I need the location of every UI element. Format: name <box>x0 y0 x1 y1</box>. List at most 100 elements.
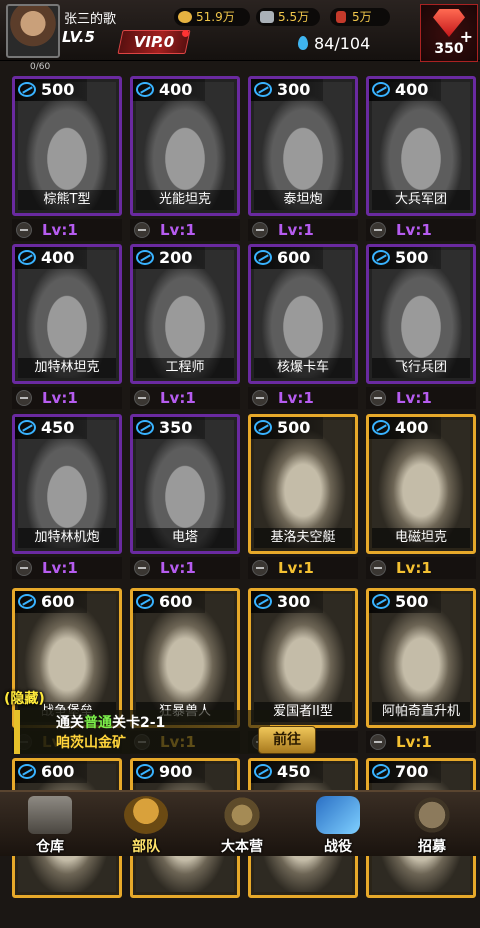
energy-cost-icon <box>372 764 390 779</box>
nav-warehouse[interactable]: 仓库 <box>2 792 98 856</box>
gem-purchase-button[interactable]: + 350 <box>420 4 478 62</box>
nav-campaign[interactable]: 战役 <box>290 792 386 856</box>
unit-card[interactable]: 600 核爆卡车 Lv:1 <box>248 244 358 414</box>
energy-cost-icon <box>254 82 272 97</box>
mission-panel[interactable]: 通关普通关卡2-1 咱茨山金矿 <box>14 710 270 754</box>
minus-icon[interactable] <box>16 390 32 406</box>
unit-name: 核爆卡车 <box>254 358 352 378</box>
unit-name: 电塔 <box>136 528 234 548</box>
unit-frame: 500 飞行兵团 <box>366 244 476 384</box>
energy-amount: 84/104 <box>314 34 371 53</box>
minus-icon[interactable] <box>134 560 150 576</box>
unit-name: 光能坦克 <box>136 190 234 210</box>
unit-cost-value: 200 <box>159 248 193 267</box>
unit-cost: 400 <box>369 79 441 101</box>
unit-cost: 200 <box>133 247 205 269</box>
unit-cost: 450 <box>15 417 87 439</box>
unit-cost: 500 <box>369 247 441 269</box>
unit-cost: 500 <box>369 591 441 613</box>
energy-cost-icon <box>372 420 390 435</box>
unit-frame: 200 工程师 <box>130 244 240 384</box>
unit-card[interactable]: 500 飞行兵团 Lv:1 <box>366 244 476 414</box>
unit-level-row: Lv:1 <box>248 387 358 409</box>
gold-resource[interactable]: 51.9万 <box>174 8 250 26</box>
unit-card[interactable]: 350 电塔 Lv:1 <box>130 414 240 584</box>
mission-stage: 关卡2-1 <box>112 715 166 731</box>
minus-icon[interactable] <box>16 222 32 238</box>
energy-cost-icon <box>254 594 272 609</box>
minus-icon[interactable] <box>370 560 386 576</box>
unit-card[interactable]: 500 阿帕奇直升机 Lv:1 <box>366 588 476 758</box>
unit-name: 电磁坦克 <box>372 528 470 548</box>
unit-frame: 350 电塔 <box>130 414 240 554</box>
unit-name: 飞行兵团 <box>372 358 470 378</box>
energy-cost-icon <box>254 250 272 265</box>
unit-frame: 300 泰坦炮 <box>248 76 358 216</box>
unit-cost: 500 <box>251 417 323 439</box>
goto-button[interactable]: 前往 <box>258 726 316 754</box>
nav-label: 招募 <box>418 839 446 855</box>
nav-recruit[interactable]: 招募 <box>384 792 480 856</box>
vip-badge[interactable]: VIP.0 <box>117 30 191 54</box>
minus-icon[interactable] <box>16 560 32 576</box>
steel-amount: 5.5万 <box>278 10 310 24</box>
gold-coin-icon <box>178 11 192 23</box>
unit-cost-value: 300 <box>277 592 311 611</box>
steel-resource[interactable]: 5.5万 <box>256 8 320 26</box>
unit-level: Lv:1 <box>396 559 432 577</box>
unit-cost-value: 500 <box>41 80 75 99</box>
player-avatar[interactable] <box>6 4 60 58</box>
unit-level: Lv:1 <box>396 733 432 751</box>
minus-icon[interactable] <box>370 734 386 750</box>
unit-card[interactable]: 400 光能坦克 Lv:1 <box>130 76 240 246</box>
nav-headquarters[interactable]: 大本营 <box>194 792 290 856</box>
minus-icon[interactable] <box>370 390 386 406</box>
unit-cost: 600 <box>133 591 205 613</box>
gold-amount: 51.9万 <box>196 10 235 24</box>
oil-resource[interactable]: 5万 <box>330 8 390 26</box>
energy-cost-icon <box>136 420 154 435</box>
minus-icon[interactable] <box>252 222 268 238</box>
unit-level-row: Lv:1 <box>130 219 240 241</box>
mission-difficulty: 普通 <box>84 715 112 731</box>
nav-troops[interactable]: 部队 <box>98 792 194 856</box>
unit-frame: 450 加特林机炮 <box>12 414 122 554</box>
unit-card[interactable]: 400 大兵军团 Lv:1 <box>366 76 476 246</box>
unit-card[interactable]: 450 加特林机炮 Lv:1 <box>12 414 122 584</box>
unit-cost-value: 600 <box>41 592 75 611</box>
unit-name: 泰坦炮 <box>254 190 352 210</box>
minus-icon[interactable] <box>252 560 268 576</box>
unit-card[interactable]: 500 基洛夫空艇 Lv:1 <box>248 414 358 584</box>
energy-cost-icon <box>372 82 390 97</box>
unit-level: Lv:1 <box>278 559 314 577</box>
troops-icon <box>124 796 168 834</box>
unit-level-row: Lv:1 <box>12 557 122 579</box>
unit-cost-value: 300 <box>277 80 311 99</box>
unit-cost-value: 400 <box>41 248 75 267</box>
headquarters-icon <box>220 796 264 834</box>
nav-label: 部队 <box>132 839 160 855</box>
unit-cost: 350 <box>133 417 205 439</box>
oil-amount: 5万 <box>352 10 372 24</box>
unit-card[interactable]: 500 棕熊T型 Lv:1 <box>12 76 122 246</box>
player-name: 张三的歌 <box>64 12 117 27</box>
unit-card[interactable]: 400 电磁坦克 Lv:1 <box>366 414 476 584</box>
minus-icon[interactable] <box>252 390 268 406</box>
minus-icon[interactable] <box>370 222 386 238</box>
unit-level: Lv:1 <box>42 389 78 407</box>
unit-card[interactable]: 400 加特林坦克 Lv:1 <box>12 244 122 414</box>
unit-card[interactable]: 200 工程师 Lv:1 <box>130 244 240 414</box>
unit-cost-value: 450 <box>41 418 75 437</box>
nav-label: 战役 <box>324 839 352 855</box>
energy-cost-icon <box>254 420 272 435</box>
unit-cost: 500 <box>15 79 87 101</box>
unit-card[interactable]: 300 泰坦炮 Lv:1 <box>248 76 358 246</box>
unit-level-row: Lv:1 <box>366 219 476 241</box>
unit-cost: 300 <box>251 591 323 613</box>
vip-label: VIP.0 <box>133 33 175 51</box>
unit-frame: 400 光能坦克 <box>130 76 240 216</box>
minus-icon[interactable] <box>134 222 150 238</box>
unit-cost-value: 350 <box>159 418 193 437</box>
energy-cost-icon <box>18 420 36 435</box>
minus-icon[interactable] <box>134 390 150 406</box>
